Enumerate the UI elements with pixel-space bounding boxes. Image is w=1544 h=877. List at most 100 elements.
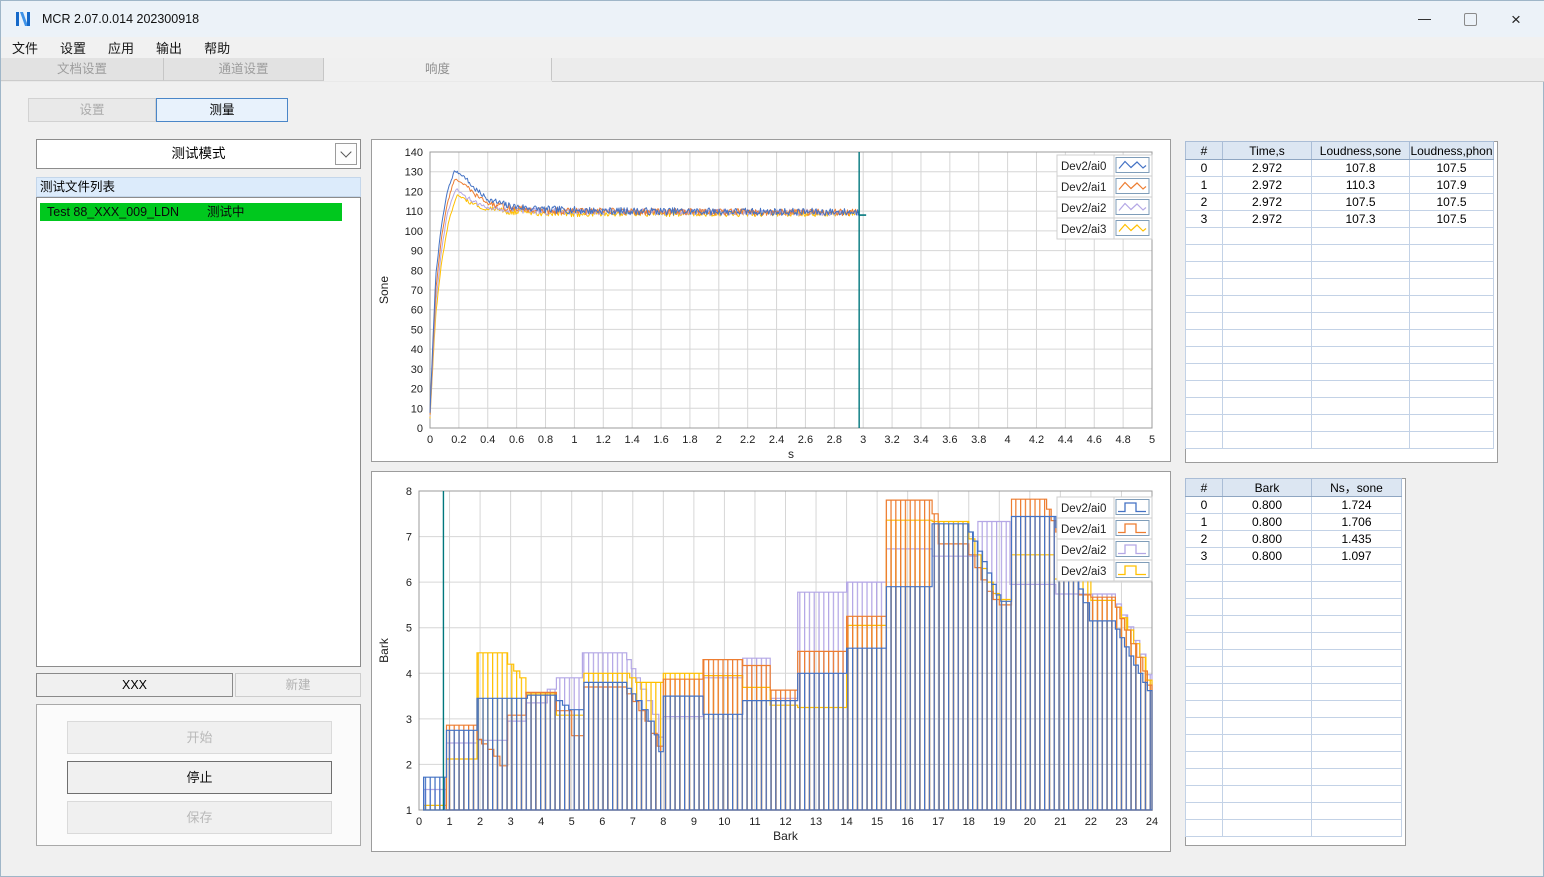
table-cell[interactable] xyxy=(1185,261,1223,279)
table-row[interactable]: 3 0.800 1.097 xyxy=(1185,547,1402,565)
table-cell[interactable] xyxy=(1185,312,1223,330)
table-cell[interactable] xyxy=(1185,414,1223,432)
table-row[interactable] xyxy=(1185,683,1402,701)
table-row[interactable]: 2 0.800 1.435 xyxy=(1185,530,1402,548)
table-cell[interactable]: 2.972 xyxy=(1222,210,1312,228)
table-cell[interactable]: 2 xyxy=(1185,530,1223,548)
table-row[interactable] xyxy=(1185,261,1494,279)
table-cell[interactable]: 1.435 xyxy=(1311,530,1402,548)
table-cell[interactable]: 1.706 xyxy=(1311,513,1402,531)
table-cell[interactable] xyxy=(1185,397,1223,415)
table-cell[interactable] xyxy=(1222,295,1312,313)
table-row[interactable]: 0 2.972 107.8 107.5 xyxy=(1185,159,1494,177)
specific-loudness-bark-chart[interactable]: 0 1 2 3 4 5 6 7 8 9 10 11 12 13 14 15 16 17 18 19 20 21 22 23 24… xyxy=(372,472,1170,851)
table-cell[interactable]: 107.5 xyxy=(1409,210,1494,228)
table-cell[interactable] xyxy=(1311,802,1402,820)
table-cell[interactable] xyxy=(1185,244,1223,262)
table-cell[interactable]: 2.972 xyxy=(1222,193,1312,211)
table-cell[interactable] xyxy=(1311,785,1402,803)
table-cell[interactable] xyxy=(1222,414,1312,432)
table-cell[interactable] xyxy=(1185,802,1223,820)
table-cell[interactable] xyxy=(1222,717,1312,735)
table-cell[interactable] xyxy=(1311,632,1402,650)
table-row[interactable] xyxy=(1185,768,1402,786)
table-cell[interactable] xyxy=(1185,819,1223,837)
table-cell[interactable] xyxy=(1222,261,1312,279)
table-cell[interactable] xyxy=(1311,734,1402,752)
table-cell[interactable] xyxy=(1222,581,1312,599)
table-cell[interactable] xyxy=(1185,700,1223,718)
stop-button[interactable]: 停止 xyxy=(67,761,332,794)
table-cell[interactable]: 0.800 xyxy=(1222,496,1312,514)
table-cell[interactable] xyxy=(1311,329,1410,347)
table-cell[interactable] xyxy=(1311,615,1402,633)
table-cell[interactable] xyxy=(1185,683,1223,701)
table-row[interactable] xyxy=(1185,598,1402,616)
measure-subtab-button[interactable]: 测量 xyxy=(156,98,288,122)
table-cell[interactable] xyxy=(1409,261,1494,279)
table-row[interactable] xyxy=(1185,278,1494,296)
table-cell[interactable] xyxy=(1185,380,1223,398)
table-cell[interactable]: 2 xyxy=(1185,193,1223,211)
table-cell[interactable] xyxy=(1185,295,1223,313)
table-cell[interactable]: 0 xyxy=(1185,496,1223,514)
table-cell[interactable] xyxy=(1311,261,1410,279)
table-row[interactable] xyxy=(1185,700,1402,718)
settings-subtab-button[interactable]: 设置 xyxy=(28,98,156,122)
table-cell[interactable] xyxy=(1311,683,1402,701)
table-cell[interactable] xyxy=(1185,649,1223,667)
chevron-down-icon[interactable] xyxy=(335,143,357,165)
table-row[interactable] xyxy=(1185,564,1402,582)
tab-3[interactable]: 响度 xyxy=(324,58,552,81)
table-cell[interactable] xyxy=(1222,768,1312,786)
table-row[interactable] xyxy=(1185,632,1402,650)
table-cell[interactable]: 107.8 xyxy=(1311,159,1410,177)
table-cell[interactable]: 1.097 xyxy=(1311,547,1402,565)
table-cell[interactable] xyxy=(1185,785,1223,803)
start-button[interactable]: 开始 xyxy=(67,721,332,754)
xxx-button[interactable]: XXX xyxy=(36,673,233,697)
table-cell[interactable] xyxy=(1311,666,1402,684)
table-cell[interactable] xyxy=(1311,598,1402,616)
table-cell[interactable] xyxy=(1185,632,1223,650)
table-cell[interactable] xyxy=(1311,717,1402,735)
table-row[interactable] xyxy=(1185,581,1402,599)
maximize-button[interactable] xyxy=(1447,1,1493,37)
table-row[interactable] xyxy=(1185,244,1494,262)
table-cell[interactable] xyxy=(1311,397,1410,415)
table-row[interactable] xyxy=(1185,295,1494,313)
table-cell[interactable] xyxy=(1185,346,1223,364)
minimize-button[interactable] xyxy=(1401,1,1447,37)
table-cell[interactable] xyxy=(1222,227,1312,245)
table-cell[interactable] xyxy=(1222,649,1312,667)
table-cell[interactable] xyxy=(1409,431,1494,449)
test-file-item[interactable]: Test 88_XXX_009_LDN 测试中 xyxy=(40,203,342,221)
table-cell[interactable]: 0.800 xyxy=(1222,547,1312,565)
table-cell[interactable]: 107.5 xyxy=(1409,193,1494,211)
table-row[interactable] xyxy=(1185,717,1402,735)
menu-item[interactable]: 文件 xyxy=(1,38,49,57)
table-cell[interactable] xyxy=(1409,227,1494,245)
new-button[interactable]: 新建 xyxy=(235,673,361,697)
table-cell[interactable]: 3 xyxy=(1185,210,1223,228)
table-cell[interactable] xyxy=(1222,785,1312,803)
menu-item[interactable]: 帮助 xyxy=(193,38,241,57)
table-cell[interactable] xyxy=(1185,615,1223,633)
table-cell[interactable] xyxy=(1409,414,1494,432)
table-cell[interactable]: 2.972 xyxy=(1222,176,1312,194)
menu-item[interactable]: 输出 xyxy=(145,38,193,57)
close-button[interactable]: × xyxy=(1493,1,1539,37)
table-cell[interactable] xyxy=(1409,329,1494,347)
table-row[interactable] xyxy=(1185,802,1402,820)
table-cell[interactable] xyxy=(1222,346,1312,364)
table-cell[interactable] xyxy=(1311,346,1410,364)
table-cell[interactable] xyxy=(1311,581,1402,599)
table-row[interactable] xyxy=(1185,397,1494,415)
table-cell[interactable] xyxy=(1311,700,1402,718)
table-cell[interactable] xyxy=(1222,329,1312,347)
table-cell[interactable] xyxy=(1311,649,1402,667)
table-cell[interactable] xyxy=(1222,278,1312,296)
table-cell[interactable] xyxy=(1311,244,1410,262)
table-cell[interactable] xyxy=(1185,717,1223,735)
table-cell[interactable] xyxy=(1311,227,1410,245)
